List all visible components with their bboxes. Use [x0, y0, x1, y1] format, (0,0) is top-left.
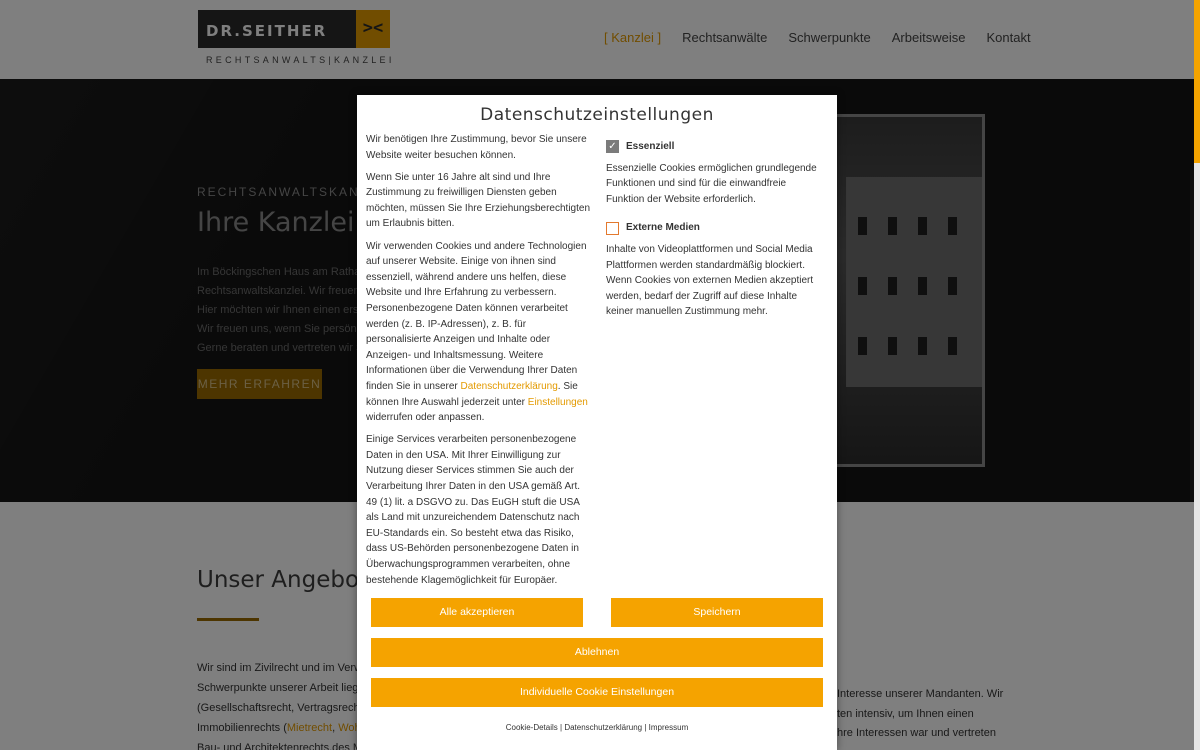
external-media-label[interactable]: Externe Medien — [626, 220, 700, 236]
consent-paragraph: Wir benötigen Ihre Zustimmung, bevor Sie… — [366, 134, 587, 161]
footer-privacy-link[interactable]: Datenschutzerklärung — [564, 723, 642, 732]
essential-description: Essenzielle Cookies ermöglichen grundleg… — [606, 162, 817, 205]
dialog-footer-links: Cookie-Details | Datenschutzerklärung | … — [357, 723, 837, 732]
cookie-categories: ✓ Essenziell Essenzielle Cookies ermögli… — [606, 139, 826, 333]
privacy-settings-dialog: Datenschutzeinstellungen Wir benötigen I… — [357, 95, 837, 750]
scrollbar-thumb[interactable] — [1194, 0, 1200, 163]
imprint-link[interactable]: Impressum — [649, 723, 689, 732]
essential-checkbox[interactable]: ✓ — [606, 140, 619, 154]
page-scrollbar[interactable] — [1194, 0, 1200, 750]
privacy-policy-link[interactable]: Datenschutzerklärung — [461, 381, 558, 392]
essential-label[interactable]: Essenziell — [626, 139, 674, 155]
external-media-checkbox[interactable] — [606, 221, 619, 235]
save-button[interactable]: Speichern — [611, 598, 823, 627]
individual-settings-button[interactable]: Individuelle Cookie Einstellungen — [371, 678, 823, 707]
usa-paragraph: Einige Services verarbeiten personenbezo… — [366, 434, 581, 586]
category-external-media: Externe Medien — [606, 220, 826, 236]
reject-button[interactable]: Ablehnen — [371, 638, 823, 667]
accept-all-button[interactable]: Alle akzeptieren — [371, 598, 583, 627]
cookie-details-link[interactable]: Cookie-Details — [506, 723, 558, 732]
dialog-description: Wir benötigen Ihre Zustimmung, bevor Sie… — [366, 132, 591, 595]
age-paragraph: Wenn Sie unter 16 Jahre alt sind und Ihr… — [366, 171, 591, 230]
settings-link[interactable]: Einstellungen — [528, 397, 588, 408]
external-media-description: Inhalte von Videoplattformen und Social … — [606, 243, 814, 318]
cookies-text: Wir verwenden Cookies und andere Technol… — [366, 240, 587, 392]
category-essential: ✓ Essenziell — [606, 139, 826, 155]
cookies-text: widerrufen oder anpassen. — [366, 412, 485, 424]
dialog-title: Datenschutzeinstellungen — [480, 105, 714, 125]
cookies-paragraph: Wir verwenden Cookies und andere Technol… — [366, 239, 591, 426]
